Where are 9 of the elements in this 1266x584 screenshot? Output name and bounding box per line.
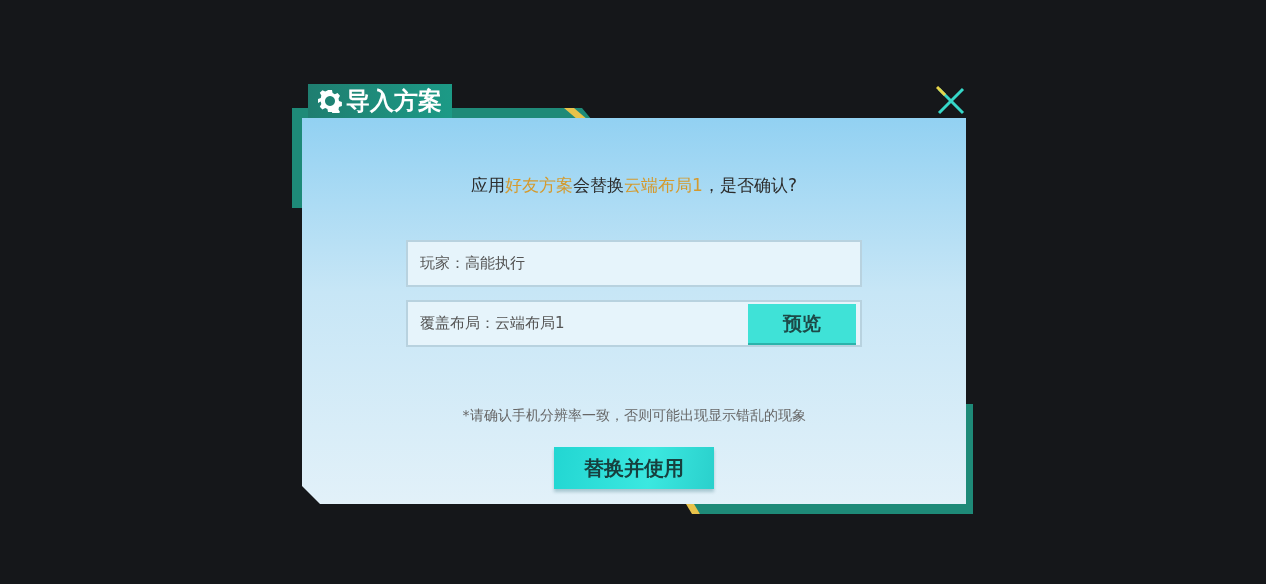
player-field: 玩家：高能执行 — [406, 240, 862, 287]
settings-icon — [318, 89, 342, 113]
layout-label: 覆盖布局：云端布局1 — [420, 314, 565, 333]
note-text: *请确认手机分辨率一致，否则可能出现显示错乱的现象 — [462, 407, 806, 425]
replace-and-use-button[interactable]: 替换并使用 — [554, 447, 714, 489]
preview-button[interactable]: 预览 — [748, 304, 856, 343]
confirm-message: 应用好友方案会替换云端布局1，是否确认? — [471, 174, 797, 196]
close-icon[interactable] — [936, 86, 966, 116]
dialog-title: 导入方案 — [308, 84, 452, 118]
